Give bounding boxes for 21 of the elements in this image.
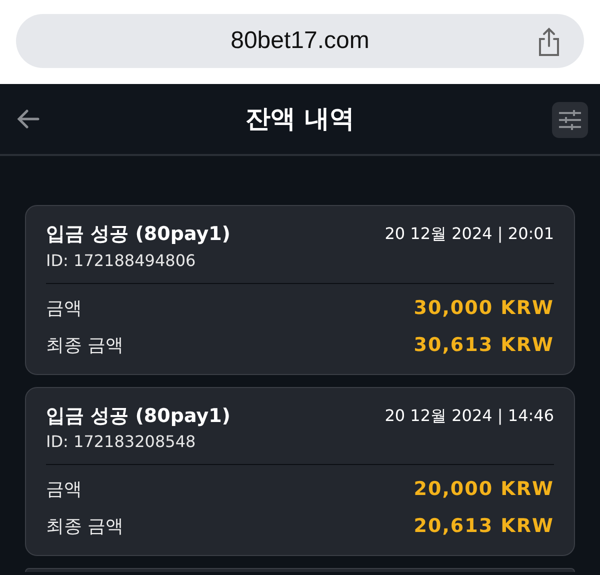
url-text: 80bet17.com [230, 26, 370, 56]
transaction-title: 입금 성공 (80pay1) [46, 222, 230, 247]
amount-label: 최종 금액 [46, 515, 124, 539]
share-icon[interactable] [536, 27, 562, 57]
transaction-id: ID: 172188494806 [46, 250, 196, 270]
transaction-title: 입금 성공 (80pay1) [46, 404, 230, 428]
filter-button[interactable] [552, 102, 588, 138]
transaction-datetime: 20 12월 2024 | 20:01 [384, 223, 554, 246]
transaction-id: ID: 172183208548 [46, 432, 196, 451]
amount-value: 30,613 KRW [414, 332, 554, 358]
amount-label: 최종 금액 [46, 334, 124, 358]
address-bar[interactable]: 80bet17.com [16, 14, 584, 68]
sliders-icon [558, 110, 582, 130]
amount-value: 20,613 KRW [414, 514, 554, 540]
amount-label: 금액 [46, 296, 82, 320]
amount-value: 20,000 KRW [414, 477, 554, 502]
amount-label: 금액 [46, 478, 82, 502]
back-arrow-icon[interactable] [16, 108, 40, 130]
amount-value: 30,000 KRW [414, 296, 554, 321]
page-title: 잔액 내역 [246, 103, 354, 136]
transaction-datetime: 20 12월 2024 | 14:46 [384, 404, 554, 427]
